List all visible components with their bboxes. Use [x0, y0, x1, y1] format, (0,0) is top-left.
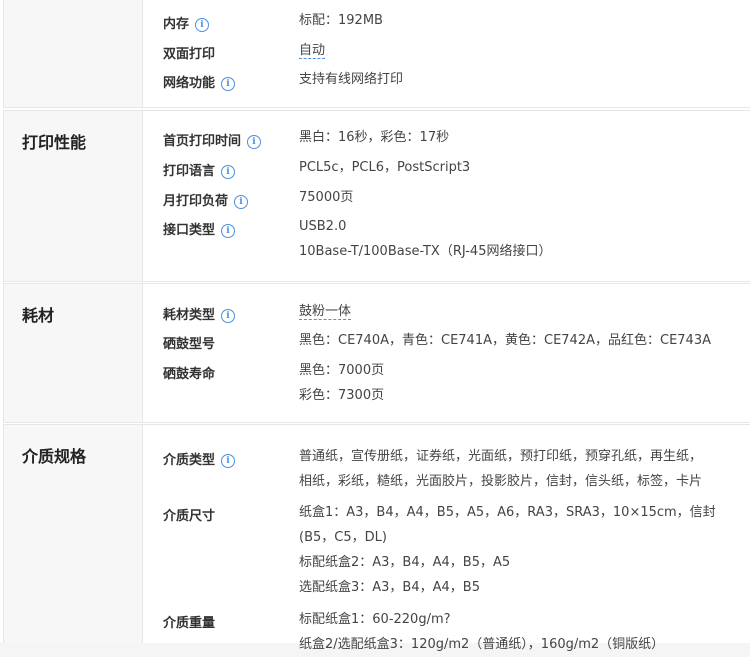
category-title: 耗材: [22, 306, 55, 325]
spec-section-media: 介质规格 介质类型 i 普通纸，宣传册纸，证券纸，光面纸，预打印纸，预穿孔纸，再生…: [3, 424, 750, 652]
info-icon[interactable]: i: [195, 18, 210, 32]
spec-label-media-type: 介质类型 i: [163, 449, 236, 468]
spec-label-cartridge-model: 硒鼓型号: [163, 337, 216, 352]
spec-value-media-size: 纸盒1：A3，B4，A4，B5，A5，A6，RA3，SRA3，10×15cm，信…: [299, 505, 716, 595]
spec-value-media-type: 普通纸，宣传册纸，证券纸，光面纸，预打印纸，预穿孔纸，再生纸， 相纸，彩纸，糙纸…: [299, 449, 703, 489]
spec-label-cartridge-life: 硒鼓寿命: [163, 367, 216, 382]
spec-value-duplex: 自动: [299, 38, 749, 63]
category-cell: 打印性能: [4, 111, 143, 281]
spec-label-monthly-duty: 月打印负荷 i: [163, 190, 249, 209]
spec-section-print-performance: 打印性能 首页打印时间 i 黑白：16秒，彩色：17秒 打印语言 i PCL5c，P…: [3, 110, 750, 282]
spec-label-interface: 接口类型 i: [163, 219, 236, 238]
consumable-type-link[interactable]: 鼓粉一体: [299, 304, 352, 320]
spec-section-consumables: 耗材 耗材类型 i 鼓粉一体 硒鼓型号 黑色：CE740A，青色：CE741A，黄…: [3, 283, 750, 423]
spec-section-other: 内存 i 标配：192MB 双面打印 自动 网络功能 i 支持有线网络打印: [3, 0, 750, 108]
spec-label-media-size: 介质尺寸: [163, 509, 216, 524]
info-icon[interactable]: i: [234, 195, 249, 209]
info-icon[interactable]: i: [221, 77, 236, 91]
spec-label-duplex: 双面打印: [163, 47, 216, 62]
category-cell: [4, 0, 143, 107]
spec-value-first-page-time: 黑白：16秒，彩色：17秒: [299, 130, 450, 145]
category-title: 打印性能: [22, 133, 87, 152]
category-title: 介质规格: [22, 447, 87, 466]
category-cell: 耗材: [4, 284, 143, 422]
info-icon[interactable]: i: [247, 135, 262, 149]
category-cell: 介质规格: [4, 425, 143, 643]
info-icon[interactable]: i: [221, 165, 236, 179]
spec-value-memory: 标配：192MB: [299, 13, 383, 28]
spec-table: 内存 i 标配：192MB 双面打印 自动 网络功能 i 支持有线网络打印 打印性能…: [0, 0, 750, 652]
spec-label-memory: 内存 i: [163, 13, 210, 32]
spec-value-monthly-duty: 75000页: [299, 190, 354, 205]
info-icon[interactable]: i: [221, 309, 236, 323]
spec-label-network: 网络功能 i: [163, 72, 236, 91]
spec-value-cartridge-model: 黑色：CE740A，青色：CE741A，黄色：CE742A，品红色：CE743A: [299, 333, 711, 348]
spec-value-print-language: PCL5c，PCL6，PostScript3: [299, 160, 471, 175]
spec-value-interface: USB2.0 10Base-T/100Base-TX（RJ-45网络接口）: [299, 219, 552, 259]
duplex-link[interactable]: 自动: [299, 43, 326, 59]
spec-value-cartridge-life: 黑色：7000页 彩色：7300页: [299, 363, 385, 403]
spec-value-network: 支持有线网络打印: [299, 72, 404, 87]
spec-value-media-weight: 标配纸盒1：60-220g/m? 纸盒2/选配纸盒3：120g/m2（普通纸），…: [299, 612, 665, 652]
spec-label-print-language: 打印语言 i: [163, 160, 236, 179]
spec-label-first-page-time: 首页打印时间 i: [163, 130, 262, 149]
spec-value-consumable-type: 鼓粉一体: [299, 299, 749, 324]
spec-label-media-weight: 介质重量: [163, 616, 216, 631]
info-icon[interactable]: i: [221, 454, 236, 468]
spec-label-consumable-type: 耗材类型 i: [163, 304, 236, 323]
info-icon[interactable]: i: [221, 224, 236, 238]
